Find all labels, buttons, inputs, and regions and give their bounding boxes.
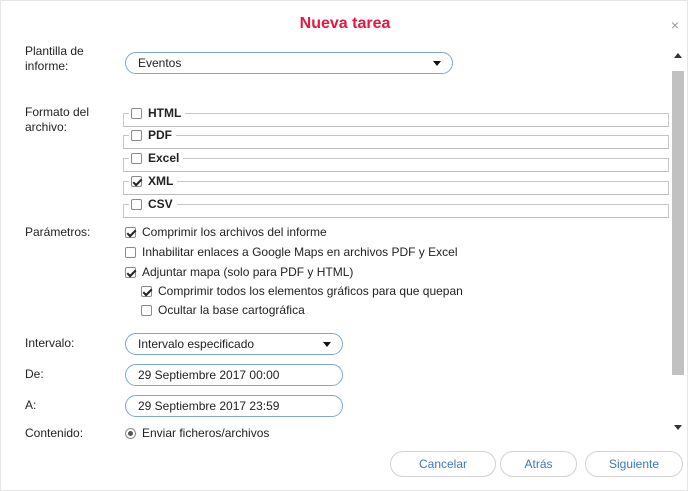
format-group-frame [123,113,669,127]
format-pdf-option[interactable]: PDF [129,128,176,142]
param-compress-files-label: Comprimir los archivos del informe [142,225,327,239]
to-date-input[interactable]: 29 Septiembre 2017 23:59 [125,395,343,417]
format-group-frame [123,135,669,149]
format-label-line1: Formato del [25,105,90,119]
scrollbar-thumb[interactable] [672,71,684,375]
format-excel-checkbox[interactable] [131,152,142,164]
param-disable-maps-links-label: Inhabilitar enlaces a Google Maps en arc… [142,245,458,259]
param-compress-files-checkbox[interactable] [125,226,136,238]
report-template-value: Eventos [138,56,182,70]
close-icon[interactable]: × [671,17,679,33]
cancel-button[interactable]: Cancelar [390,451,496,477]
format-xml-label: XML [148,174,174,188]
param-compress-graphics[interactable]: Comprimir todos los elementos gráficos p… [141,284,463,298]
param-attach-map-label: Adjuntar mapa (solo para PDF y HTML) [142,265,354,279]
format-group-frame [123,158,669,172]
next-button[interactable]: Siguiente [585,451,683,477]
param-compress-files[interactable]: Comprimir los archivos del informe [125,225,327,239]
param-disable-maps-links[interactable]: Inhabilitar enlaces a Google Maps en arc… [125,245,458,259]
param-hide-basemap[interactable]: Ocultar la base cartográfica [141,303,305,317]
from-date-value: 29 Septiembre 2017 00:00 [138,368,280,382]
format-label: Formato del archivo: [25,105,89,135]
format-label-line2: archivo: [25,120,68,134]
param-attach-map-checkbox[interactable] [125,266,136,278]
from-date-input[interactable]: 29 Septiembre 2017 00:00 [125,364,343,386]
dialog-title: Nueva tarea [299,15,391,32]
content-send-files-option[interactable]: Enviar ficheros/archivos [125,426,269,440]
format-xml-group: XML [123,174,669,196]
format-html-option[interactable]: HTML [129,106,186,120]
scrollbar[interactable] [672,47,686,435]
param-attach-map[interactable]: Adjuntar mapa (solo para PDF y HTML) [125,265,353,279]
to-label: A: [25,398,37,412]
from-label: De: [25,367,44,381]
format-group-frame [123,181,669,195]
content-send-files-radio[interactable] [125,427,136,439]
param-disable-maps-links-checkbox[interactable] [125,246,136,258]
content-send-files-label: Enviar ficheros/archivos [142,426,270,440]
format-group-frame [123,204,669,218]
format-html-group: HTML [123,106,669,128]
format-excel-option[interactable]: Excel [129,151,184,165]
format-xml-checkbox[interactable] [131,175,142,187]
chevron-down-icon [433,61,441,66]
interval-value: Intervalo especificado [138,337,255,351]
report-template-select[interactable]: Eventos [125,52,453,74]
back-button[interactable]: Atrás [500,451,577,477]
format-excel-label: Excel [148,151,180,165]
to-date-value: 29 Septiembre 2017 23:59 [138,399,280,413]
param-hide-basemap-checkbox[interactable] [141,304,152,316]
format-csv-option[interactable]: CSV [129,197,177,211]
format-csv-group: CSV [123,197,669,219]
params-label: Parámetros: [25,225,91,239]
chevron-down-icon [323,342,331,347]
format-html-label: HTML [148,106,182,120]
format-csv-label: CSV [148,197,173,211]
interval-label: Intervalo: [25,336,75,350]
format-pdf-group: PDF [123,128,669,150]
format-html-checkbox[interactable] [131,107,142,119]
template-label-line2: informe: [25,59,69,73]
scroll-up-arrow-icon[interactable] [674,53,682,58]
format-excel-group: Excel [123,151,669,173]
param-hide-basemap-label: Ocultar la base cartográfica [158,303,305,317]
param-compress-graphics-checkbox[interactable] [141,285,152,297]
param-compress-graphics-label: Comprimir todos los elementos gráficos p… [158,284,463,298]
interval-select[interactable]: Intervalo especificado [125,333,343,355]
template-label: Plantilla de informe: [25,44,84,74]
format-xml-option[interactable]: XML [129,174,178,188]
format-csv-checkbox[interactable] [131,198,142,210]
new-task-dialog: Nueva tarea × Plantilla de informe: Even… [0,0,688,491]
content-label: Contenido: [25,426,84,440]
template-label-line1: Plantilla de [25,44,84,58]
format-pdf-checkbox[interactable] [131,129,142,141]
scroll-down-arrow-icon[interactable] [674,425,682,430]
format-pdf-label: PDF [148,128,172,142]
